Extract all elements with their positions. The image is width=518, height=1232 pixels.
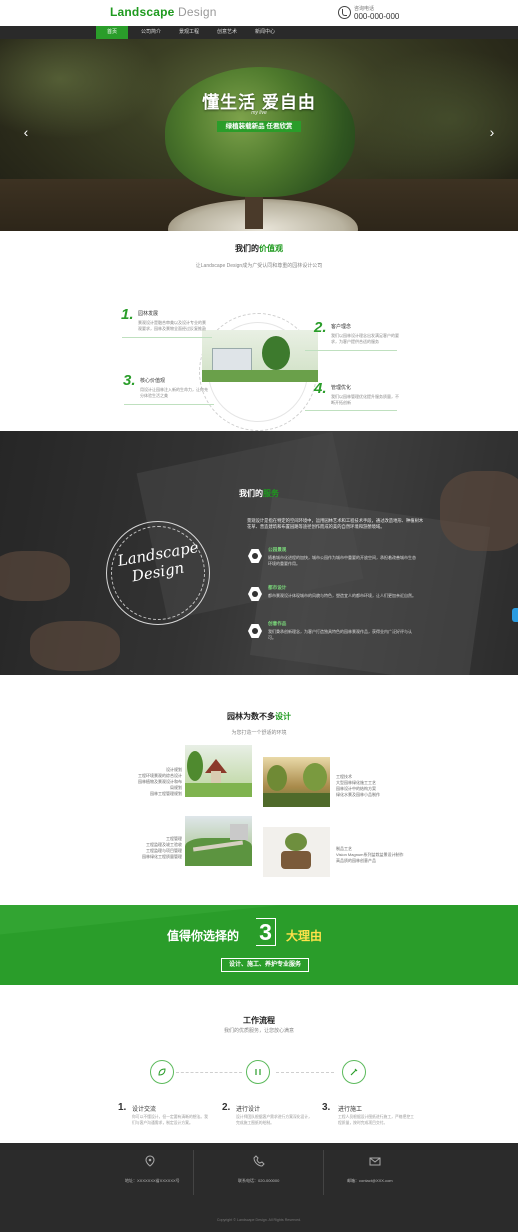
gallery-title-plain: 园林为数不多	[227, 712, 275, 721]
phone-icon	[338, 6, 351, 19]
leaf-icon	[158, 1068, 166, 1076]
nav-item-about[interactable]: 公司简介	[134, 26, 168, 39]
process-connector	[176, 1072, 242, 1073]
value-line	[305, 410, 397, 411]
phone-icon	[253, 1155, 265, 1167]
gallery-text-design: 设计规划 工程环境景观的综合设计 园林植物及景观设计和布局规划 园林工程管理规划	[138, 767, 182, 796]
value-line	[124, 404, 214, 405]
services-title: 我们的服务	[0, 488, 518, 499]
process-desc-3: 工程人员根据设计图纸进行施工，严格把控工程质量，按时完成项目交付。	[338, 1115, 414, 1125]
services-title-plain: 我们的	[239, 489, 263, 498]
gallery-image-craft[interactable]	[263, 827, 330, 877]
chevron-right-icon[interactable]: ›	[487, 125, 497, 139]
process-step-circle	[342, 1060, 366, 1084]
value-title-4: 管理优化	[331, 385, 352, 391]
service-desc-3: 我们秉承创新理念，为客户打造独具特色的园林景观作品，获得业内广泛好评与认可。	[268, 629, 412, 640]
process-number-3: 3.	[322, 1102, 331, 1113]
process-step-circle	[150, 1060, 174, 1084]
value-number-2: 2.	[314, 319, 327, 336]
service-title-2: 都市设计	[268, 585, 287, 590]
reasons-title-end: 大理由	[286, 929, 323, 943]
process-desc-2: 设计师团队根据客户需求进行方案深化设计，完成施工图纸的绘制。	[236, 1115, 312, 1125]
shovel-icon	[350, 1068, 358, 1076]
gallery-text-management: 工程管理 工程监理及竣工验收 工程监理与项目管理 园林绿化工程质量管理	[142, 836, 182, 859]
process-number-2: 2.	[222, 1102, 231, 1113]
footer-phone: 联系电话：020-000000	[238, 1178, 280, 1183]
location-icon	[145, 1155, 155, 1167]
value-number-3: 3.	[123, 372, 136, 389]
value-desc-3: 用设计让园林注入新的生命力，让你充分体验生活之美	[140, 387, 208, 398]
process-number-1: 1.	[118, 1102, 127, 1113]
value-desc-1: 景观设计是融合审美以及设计专业的景观要求，园林及景物全面经过反复推敲	[138, 320, 206, 331]
values-subtitle: 让Landscape Design成为广受认同和尊重的园林设计公司	[195, 263, 323, 269]
logo[interactable]: Landscape Design	[110, 5, 217, 19]
value-title-3: 核心价值观	[140, 378, 166, 384]
value-number-1: 1.	[121, 306, 134, 323]
gallery-image-engineering[interactable]	[263, 757, 330, 807]
values-title-green: 价值观	[259, 244, 283, 253]
logo-text-secondary: Design	[178, 5, 217, 19]
value-number-4: 4.	[314, 380, 327, 397]
value-title-2: 客户理念	[331, 324, 352, 330]
header: Landscape Design 咨询电话 000-000-000	[0, 0, 518, 26]
nav-item-art[interactable]: 创意艺术	[210, 26, 244, 39]
footer-address: 地址：XXXXXXX省XXXXXX号	[125, 1178, 180, 1183]
value-line	[305, 350, 397, 351]
chevron-left-icon[interactable]: ‹	[21, 125, 31, 139]
service-desc-2: 都市景观设计体现城市的风貌与特色，塑造宜人的都市环境，让人们更加亲近自然。	[268, 593, 416, 598]
hotline-number: 000-000-000	[354, 12, 400, 21]
gallery-subtitle: 为您打造一个舒适的环境	[231, 730, 287, 736]
process-step-circle	[246, 1060, 270, 1084]
service-title-1: 公园景观	[268, 547, 287, 552]
service-title-3: 创意作品	[268, 621, 287, 626]
footer-divider	[193, 1150, 194, 1195]
side-float-tab[interactable]	[512, 608, 518, 622]
process-desc-1: 你可以不懂设计，但一定要有清晰的想法。我们与客户沟通需求，制定设计方案。	[132, 1115, 208, 1125]
values-landscape-image	[202, 330, 318, 382]
process-title-1: 设计交流	[132, 1107, 157, 1113]
reasons-button[interactable]: 设计、施工、养护专业服务	[221, 958, 309, 972]
main-nav: 首页 公司简介 景观工程 创意艺术 新闻中心	[0, 26, 518, 39]
hero-banner	[0, 39, 518, 231]
footer-email[interactable]: 邮箱：contact@XXX.com	[347, 1178, 393, 1184]
banner-button[interactable]: 绿植装载新品 任君欣赏	[217, 121, 301, 132]
banner-tree	[165, 67, 355, 197]
pencil-icon	[255, 1069, 261, 1075]
nav-item-home[interactable]: 首页	[96, 26, 128, 39]
value-line	[122, 337, 212, 338]
gallery-title-green: 设计	[275, 712, 291, 721]
mail-icon	[369, 1157, 381, 1166]
nav-item-projects[interactable]: 景观工程	[172, 26, 206, 39]
gallery-title: 园林为数不多设计	[0, 711, 518, 722]
gallery-text-craft: 制品工艺 Vision Magnum系列盆栽盆景设计制作 高品质的园林创意产品	[336, 846, 404, 863]
footer-divider	[323, 1150, 324, 1195]
gallery-image-management[interactable]	[185, 816, 252, 866]
value-desc-4: 我们以园林管理优化提升服务质量，不断开拓创新	[331, 394, 399, 405]
banner-subtitle: my live	[251, 110, 267, 116]
value-title-1: 园林发展	[138, 311, 159, 317]
hotline-label: 咨询电话	[354, 6, 375, 12]
services-intro: 景观设计是指在特定的空间环境中，运用园林艺术和工程技术手段，通过改造地形、种植树…	[247, 518, 424, 529]
reasons-title: 值得你选择的	[167, 929, 240, 943]
values-title-plain: 我们的	[235, 244, 259, 253]
reasons-number: 3	[256, 918, 276, 946]
process-title-3: 进行施工	[338, 1107, 363, 1113]
values-title: 我们的价值观	[0, 243, 518, 254]
process-connector	[276, 1072, 334, 1073]
gallery-text-engineering: 工程技术 大型园林绿化施工工艺 园林设计中的结构方案 绿化水景及园林小品制作	[336, 774, 380, 797]
value-desc-2: 我们以园林设计理念出发满足客户的要求，为客户提供合适的服务	[331, 333, 399, 344]
banner-bg-blur	[340, 49, 518, 189]
process-subtitle: 我们的优质服务，让您放心满意	[223, 1028, 294, 1034]
footer-copyright: Copyright © Landscape Design. All Rights…	[216, 1218, 302, 1222]
services-title-green: 服务	[263, 489, 279, 498]
service-desc-1: 随着城市化进程的加快，城市公园作为城市中重要的开放空间，承担着改善城市生态环境的…	[268, 555, 416, 566]
logo-text-primary: Landscape	[110, 5, 175, 19]
gallery-image-design[interactable]	[185, 745, 252, 797]
process-title: 工作流程	[243, 1016, 275, 1025]
nav-item-news[interactable]: 新闻中心	[248, 26, 282, 39]
process-title-2: 进行设计	[236, 1107, 261, 1113]
